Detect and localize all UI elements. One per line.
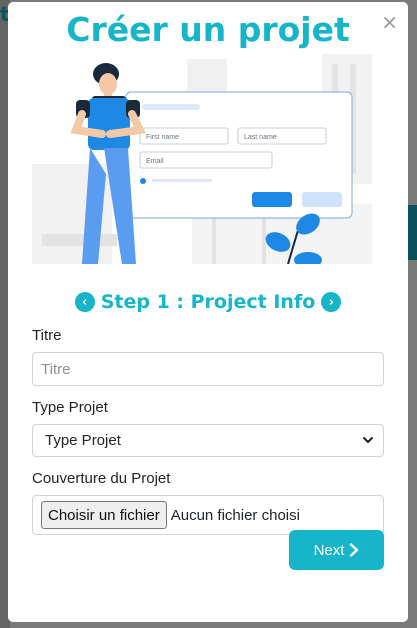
step-indicator: ‹ Step 1 : Project Info ›	[8, 290, 408, 314]
type-projet-select[interactable]: Type Projet	[32, 424, 384, 457]
couverture-label: Couverture du Projet	[32, 470, 171, 487]
choose-file-button[interactable]: Choisir un fichier	[41, 501, 167, 529]
type-projet-label: Type Projet	[32, 399, 108, 416]
cover-file-input[interactable]: Choisir un fichier Aucun fichier choisi	[32, 495, 384, 535]
type-projet-selected-value: Type Projet	[45, 432, 121, 449]
form-illustration: First name Last name Email	[32, 54, 374, 264]
project-form: Titre Type Projet Type Projet Couverture…	[32, 324, 384, 535]
create-project-modal: × Créer un projet First name Last name E…	[8, 2, 408, 622]
step-title: Step 1 : Project Info	[100, 291, 316, 313]
file-status-text: Aucun fichier choisi	[170, 506, 300, 524]
chevron-down-icon	[363, 437, 373, 443]
titre-input[interactable]	[32, 352, 384, 386]
titre-label: Titre	[32, 327, 62, 344]
modal-title: Créer un projet	[66, 10, 350, 49]
next-button[interactable]: Next	[289, 530, 384, 570]
step-next-icon[interactable]: ›	[321, 292, 342, 312]
next-button-label: Next	[313, 541, 345, 559]
illustration-last-name-text: Last name	[244, 134, 277, 141]
illustration-first-name-text: First name	[146, 134, 179, 141]
illustration-email-text: Email	[146, 158, 164, 165]
chevron-right-icon	[350, 543, 359, 557]
step-prev-icon[interactable]: ‹	[74, 292, 95, 312]
